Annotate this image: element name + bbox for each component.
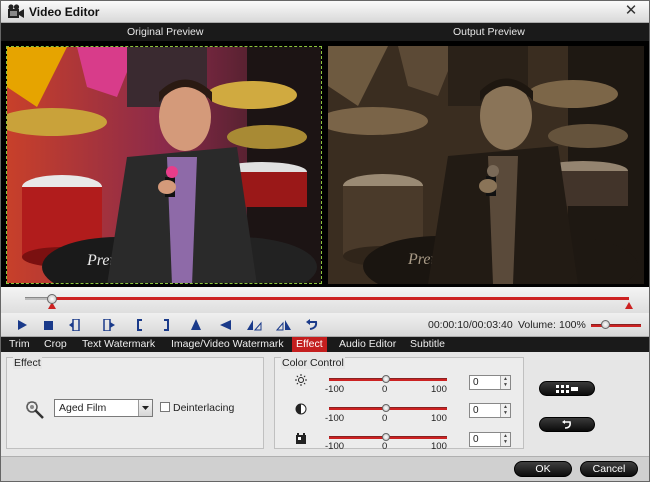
contrast-icon <box>295 403 307 415</box>
window-title: Video Editor <box>29 5 100 19</box>
saturation-slider-handle[interactable] <box>382 433 390 441</box>
contrast-mid: 0 <box>382 413 388 424</box>
stop-button[interactable] <box>39 316 57 334</box>
effect-panel: Effect Aged Film Deinterlacing Color Con… <box>1 352 649 456</box>
brightness-input[interactable]: 0 ▲ ▼ <box>469 375 511 390</box>
saturation-mid: 0 <box>382 441 388 452</box>
magic-wand-icon <box>26 401 44 419</box>
saturation-icon <box>296 433 306 444</box>
tab-crop[interactable]: Crop <box>40 337 71 352</box>
undo-button[interactable] <box>303 316 321 334</box>
chevron-down-icon[interactable] <box>138 400 152 416</box>
color-control-group: Color Control -100 0 100 0 ▲ ▼ -100 0 10… <box>274 357 524 452</box>
apply-to-all-button[interactable] <box>539 381 595 396</box>
reset-button[interactable] <box>539 417 595 432</box>
flip-vertical-button[interactable] <box>187 316 205 334</box>
tab-trim[interactable]: Trim <box>5 337 34 352</box>
brightness-max: 100 <box>431 384 447 395</box>
mark-out-button[interactable] <box>157 316 175 334</box>
title-bar: Video Editor ✕ <box>1 1 649 23</box>
tab-text-watermark[interactable]: Text Watermark <box>78 337 159 352</box>
close-button[interactable]: ✕ <box>623 3 639 19</box>
contrast-max: 100 <box>431 413 447 424</box>
time-display: 00:00:10/00:03:40 <box>428 319 513 331</box>
preview-header: Original Preview Output Preview <box>1 23 649 41</box>
prev-frame-button[interactable] <box>67 316 85 334</box>
rotate-right-button[interactable] <box>275 316 293 334</box>
output-preview-label: Output Preview <box>453 26 525 38</box>
original-preview[interactable]: Premi <box>6 46 322 284</box>
rotate-right-icon <box>276 320 291 331</box>
dialog-footer: OK Cancel <box>1 456 649 481</box>
prev-frame-icon <box>69 319 80 331</box>
mark-in-icon <box>137 319 142 331</box>
undo-icon <box>306 319 318 330</box>
timeline-selection <box>51 297 629 300</box>
effect-group: Effect Aged Film Deinterlacing <box>6 357 264 449</box>
deinterlacing-label: Deinterlacing <box>173 402 235 414</box>
film-icon <box>8 4 24 18</box>
effect-select-value: Aged Film <box>59 402 107 414</box>
brightness-down-button[interactable]: ▼ <box>501 382 510 388</box>
apply-to-all-icon <box>556 384 578 393</box>
next-frame-icon <box>103 319 115 331</box>
flip-horizontal-button[interactable] <box>217 316 235 334</box>
volume-value: 100% <box>559 319 586 331</box>
flip-vertical-icon <box>191 319 201 330</box>
effect-group-title: Effect <box>13 357 42 369</box>
contrast-slider-handle[interactable] <box>382 404 390 412</box>
mark-out-icon <box>164 319 169 331</box>
original-preview-label: Original Preview <box>127 26 204 38</box>
brightness-icon <box>295 374 307 386</box>
trim-end-marker[interactable] <box>625 302 633 309</box>
tab-subtitle[interactable]: Subtitle <box>406 337 449 352</box>
contrast-min: -100 <box>325 413 345 424</box>
contrast-down-button[interactable]: ▼ <box>501 410 510 416</box>
saturation-down-button[interactable]: ▼ <box>501 439 510 445</box>
editor-tabs: Trim Crop Text Watermark Image/Video Wat… <box>1 337 649 352</box>
next-frame-button[interactable] <box>99 316 117 334</box>
preview-area: Premi Premi <box>1 41 649 287</box>
ok-button[interactable]: OK <box>514 461 572 477</box>
playback-controls: 00:00:10/00:03:40 Volume: 100% <box>1 313 649 337</box>
cancel-button[interactable]: Cancel <box>580 461 638 477</box>
color-control-title: Color Control <box>281 357 345 369</box>
contrast-value: 0 <box>473 405 479 416</box>
volume-label: Volume: <box>518 319 556 331</box>
flip-horizontal-icon <box>220 320 231 330</box>
video-editor-window: Video Editor ✕ Original Preview Output P… <box>0 0 650 482</box>
brightness-min: -100 <box>325 384 345 395</box>
brightness-slider-handle[interactable] <box>382 375 390 383</box>
tab-image-video-watermark[interactable]: Image/Video Watermark <box>167 337 288 352</box>
volume-slider[interactable] <box>591 324 641 327</box>
timeline[interactable] <box>1 287 649 313</box>
play-icon <box>18 320 27 330</box>
play-button[interactable] <box>13 316 31 334</box>
volume-slider-handle[interactable] <box>601 320 610 329</box>
stop-icon <box>43 320 53 330</box>
saturation-input[interactable]: 0 ▲ ▼ <box>469 432 511 447</box>
rotate-left-icon <box>247 320 262 331</box>
tab-audio-editor[interactable]: Audio Editor <box>335 337 400 352</box>
saturation-max: 100 <box>431 441 447 452</box>
deinterlacing-checkbox[interactable] <box>160 402 170 412</box>
output-preview: Premi <box>328 46 644 284</box>
mark-in-button[interactable] <box>131 316 149 334</box>
playhead-handle[interactable] <box>47 294 57 304</box>
reset-icon <box>562 420 571 429</box>
saturation-min: -100 <box>325 441 345 452</box>
brightness-mid: 0 <box>382 384 388 395</box>
tab-effect[interactable]: Effect <box>292 337 327 352</box>
rotate-left-button[interactable] <box>245 316 263 334</box>
contrast-input[interactable]: 0 ▲ ▼ <box>469 403 511 418</box>
effect-select[interactable]: Aged Film <box>54 399 153 417</box>
brightness-value: 0 <box>473 377 479 388</box>
saturation-value: 0 <box>473 434 479 445</box>
